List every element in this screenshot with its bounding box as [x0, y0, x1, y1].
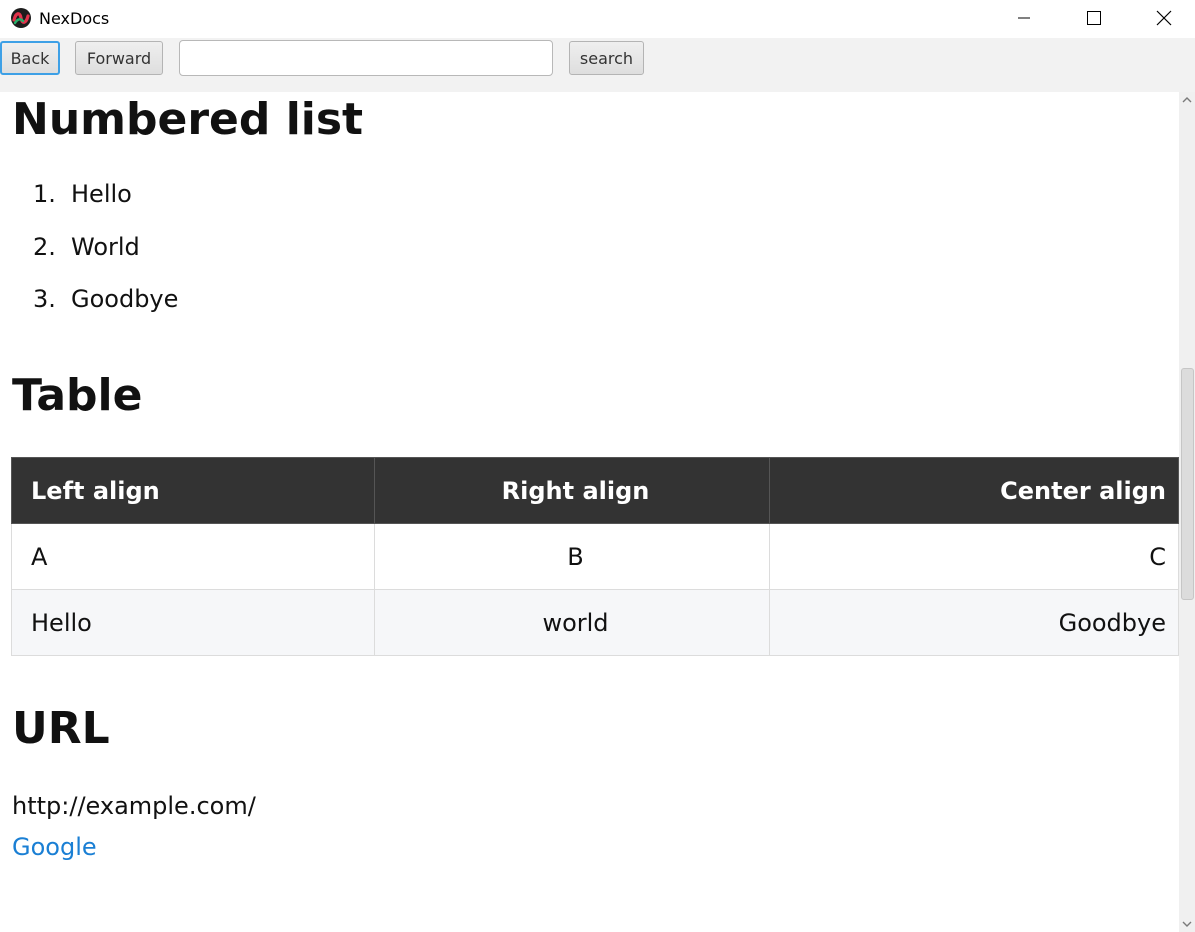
maximize-icon	[1087, 11, 1101, 25]
column-header: Left align	[11, 457, 375, 524]
table-cell: world	[374, 589, 770, 656]
close-button[interactable]	[1141, 0, 1187, 36]
close-icon	[1156, 10, 1172, 26]
forward-button[interactable]: Forward	[75, 41, 163, 75]
minimize-icon	[1018, 17, 1030, 19]
maximize-button[interactable]	[1071, 0, 1117, 36]
list-item-text: Hello	[71, 180, 132, 208]
table-cell: Goodbye	[769, 589, 1179, 656]
list-number: 3.	[33, 285, 56, 313]
address-input[interactable]	[179, 40, 553, 76]
search-button[interactable]: search	[569, 41, 644, 75]
scroll-up-arrow-icon[interactable]	[1182, 95, 1192, 105]
url-heading: URL	[12, 703, 110, 754]
vertical-scrollbar[interactable]	[1179, 92, 1195, 932]
toolbar: Back Forward search	[0, 38, 1195, 92]
list-number: 2.	[33, 232, 56, 261]
table-cell: C	[769, 523, 1179, 590]
list-item-text: World	[71, 232, 140, 261]
data-table: Left align Right align Center align A B …	[11, 457, 1179, 656]
url-text: http://example.com/	[12, 792, 256, 820]
minimize-button[interactable]	[1001, 0, 1047, 36]
back-button[interactable]: Back	[0, 41, 60, 75]
list-item: 3. Goodbye	[33, 285, 178, 338]
table-row: Hello world Goodbye	[11, 589, 1179, 656]
list-item-text: Goodbye	[71, 285, 179, 313]
google-link[interactable]: Google	[12, 833, 97, 861]
list-item: 1. Hello	[33, 180, 178, 233]
list-item: 2. World	[33, 233, 178, 286]
document-view: Numbered list 1. Hello 2. World 3. Goodbye …	[0, 92, 1179, 932]
numbered-list: 1. Hello 2. World 3. Goodbye	[33, 180, 178, 338]
table-cell: A	[11, 523, 375, 590]
column-header: Center align	[769, 457, 1179, 524]
table-row: A B C	[11, 523, 1179, 590]
title-bar: NexDocs	[0, 0, 1195, 38]
table-heading: Table	[12, 370, 143, 421]
list-number: 1.	[33, 180, 56, 208]
app-title: NexDocs	[39, 9, 110, 28]
nexdocs-logo-icon	[11, 8, 31, 28]
scrollbar-thumb[interactable]	[1181, 368, 1194, 600]
table-header-row: Left align Right align Center align	[11, 457, 1179, 524]
table-cell: B	[374, 523, 770, 590]
scroll-down-arrow-icon[interactable]	[1182, 919, 1192, 929]
column-header: Right align	[374, 457, 770, 524]
numbered-list-heading: Numbered list	[12, 94, 364, 145]
table-cell: Hello	[11, 589, 375, 656]
